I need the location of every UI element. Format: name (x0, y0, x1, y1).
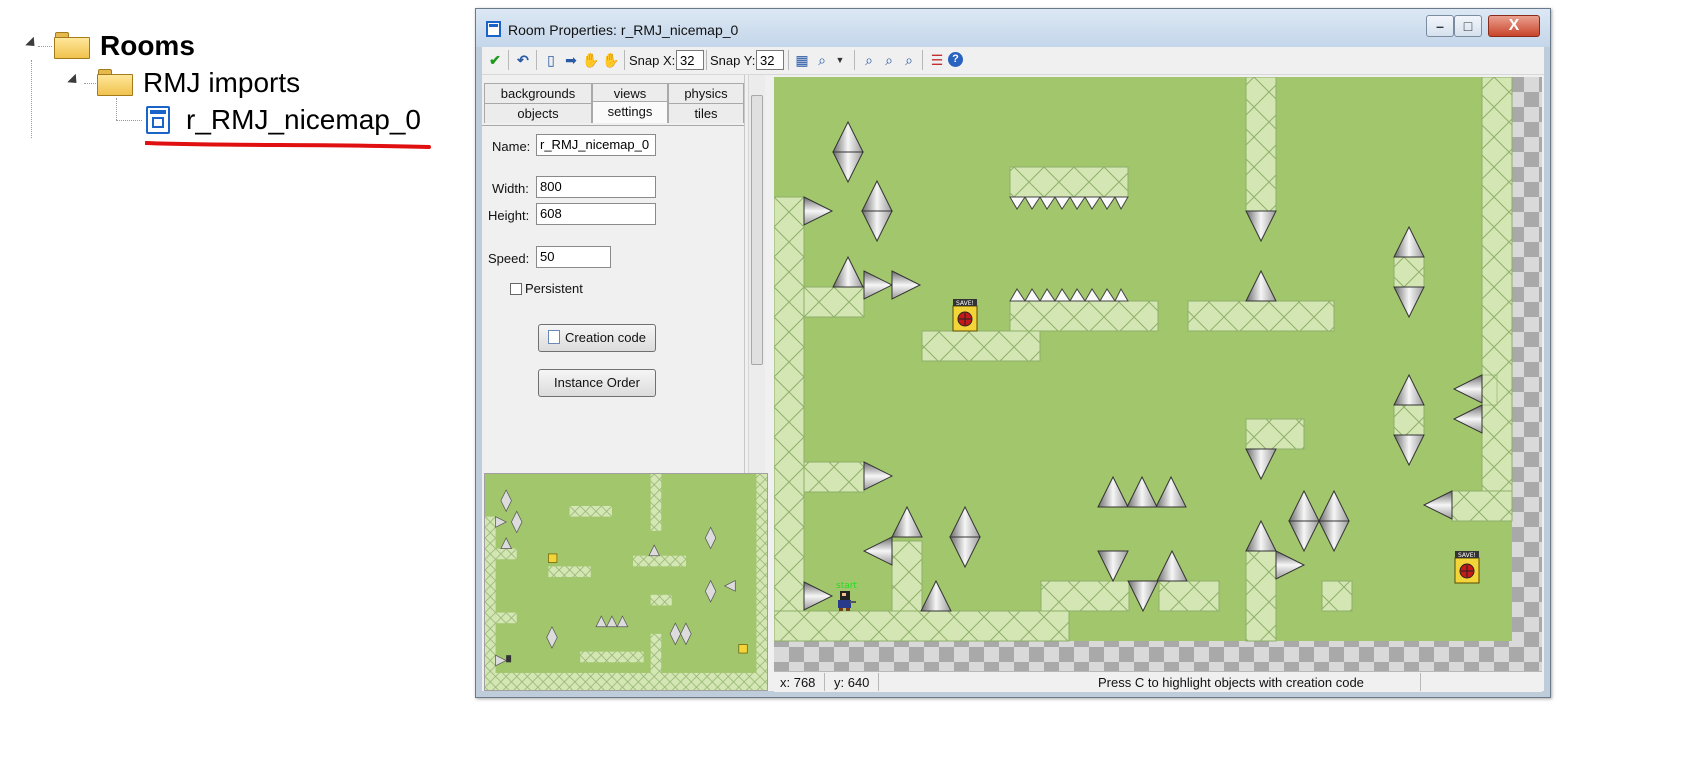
tree-guide-line (116, 120, 142, 121)
save-point: SAVE! (952, 299, 978, 332)
status-y: y: 640 (834, 675, 870, 690)
ok-check-icon[interactable]: ✔ (486, 51, 504, 69)
save-label: SAVE! (1458, 552, 1476, 559)
window-title: Room Properties: r_RMJ_nicemap_0 (508, 22, 739, 38)
tree-guide-line (38, 46, 52, 47)
window-client: ✔ ↶ ▯ ➡ ✋ ✋ Snap X: 32 Snap Y: 32 ▦ ⌕ ▼ … (482, 47, 1544, 692)
zoom-out-icon[interactable]: ⌕ (880, 51, 898, 69)
maximize-icon: □ (1463, 18, 1473, 34)
save-point: SAVE! (1454, 551, 1480, 584)
name-label: Name: (492, 139, 531, 154)
tab-tiles[interactable]: tiles (668, 103, 744, 123)
creation-code-label: Creation code (565, 330, 646, 345)
settings-tab-page: Name: r_RMJ_nicemap_0 Width: 800 Height:… (482, 125, 744, 474)
status-bar: x: 768 y: 640 Press C to highlight objec… (774, 671, 1542, 692)
toolbar-separator (508, 50, 509, 70)
expand-rooms-icon[interactable] (25, 36, 39, 51)
width-field[interactable]: 800 (536, 176, 656, 198)
toolbar-separator (706, 50, 707, 70)
status-divider (1420, 673, 1421, 691)
toolbar-separator (788, 50, 789, 70)
width-label: Width: (492, 181, 529, 196)
room-icon (486, 21, 501, 37)
zoom-in-icon[interactable]: ⌕ (860, 51, 878, 69)
height-field[interactable]: 608 (536, 203, 656, 225)
tree-guide-line (84, 83, 98, 84)
expand-rmj-imports-icon[interactable] (67, 73, 81, 88)
snap-x-input[interactable]: 32 (676, 50, 704, 70)
toolbar-separator (922, 50, 923, 70)
room-editor-canvas[interactable]: SAVE! SAVE! start (774, 77, 1542, 671)
folder-icon (97, 69, 133, 96)
hand-alt-icon[interactable]: ✋ (602, 51, 620, 69)
close-icon: X (1508, 17, 1520, 34)
toolbar-separator (854, 50, 855, 70)
snap-y-input[interactable]: 32 (756, 50, 784, 70)
tree-item-room[interactable]: r_RMJ_nicemap_0 (186, 104, 421, 136)
tab-physics[interactable]: physics (668, 83, 744, 103)
resource-tree: Rooms RMJ imports r_RMJ_nicemap_0 (0, 0, 470, 774)
room-canvas: SAVE! SAVE! start (774, 77, 1542, 671)
name-field[interactable]: r_RMJ_nicemap_0 (536, 134, 656, 156)
zoom-icon[interactable]: ⌕ (813, 51, 831, 69)
status-x: x: 768 (780, 675, 816, 690)
persistent-checkbox[interactable] (510, 283, 522, 295)
list-icon[interactable]: ☰ (928, 51, 946, 69)
save-label: SAVE! (956, 300, 974, 307)
height-label: Height: (488, 208, 530, 223)
room-properties-window: Room Properties: r_RMJ_nicemap_0 – □ X ✔… (475, 8, 1551, 698)
close-button[interactable]: X (1488, 15, 1540, 37)
speed-label: Speed: (488, 251, 530, 266)
persistent-label: Persistent (525, 281, 583, 296)
tab-settings[interactable]: settings (592, 101, 668, 123)
tree-item-rooms[interactable]: Rooms (100, 30, 195, 62)
minimap-canvas (485, 474, 767, 690)
dropdown-icon[interactable]: ▼ (831, 51, 849, 69)
toolbar-separator (624, 50, 625, 70)
maximize-button[interactable]: □ (1454, 15, 1482, 37)
document-icon (548, 330, 561, 344)
toolbar: ✔ ↶ ▯ ➡ ✋ ✋ Snap X: 32 Snap Y: 32 ▦ ⌕ ▼ … (482, 47, 1544, 75)
room-icon (146, 106, 170, 134)
tree-item-rmj-imports[interactable]: RMJ imports (143, 67, 300, 99)
room-minimap[interactable] (484, 473, 768, 691)
tab-objects[interactable]: objects (484, 103, 592, 123)
creation-code-button[interactable]: Creation code (538, 324, 656, 352)
status-divider (878, 673, 879, 691)
grid-icon[interactable]: ▦ (793, 51, 811, 69)
settings-scrollbar[interactable] (748, 75, 765, 473)
status-divider (824, 673, 825, 691)
tab-views[interactable]: views (592, 83, 668, 103)
instance-order-button[interactable]: Instance Order (538, 369, 656, 397)
minimize-icon: – (1436, 18, 1444, 34)
minimize-button[interactable]: – (1426, 15, 1454, 37)
hand-icon[interactable]: ✋ (582, 51, 600, 69)
snap-x-label: Snap X: (629, 53, 676, 68)
new-doc-icon[interactable]: ▯ (542, 51, 560, 69)
red-underline-annotation (145, 141, 431, 149)
title-bar[interactable]: Room Properties: r_RMJ_nicemap_0 – □ X (476, 9, 1550, 47)
shift-arrow-icon[interactable]: ➡ (562, 51, 580, 69)
tree-guide-line (116, 98, 117, 120)
help-icon[interactable]: ? (948, 52, 963, 67)
folder-icon (54, 32, 90, 59)
zoom-reset-icon[interactable]: ⌕ (900, 51, 918, 69)
status-hint: Press C to highlight objects with creati… (1098, 675, 1364, 690)
settings-panel: backgrounds views physics objects settin… (482, 75, 745, 474)
start-label: start (836, 581, 857, 591)
speed-field[interactable]: 50 (536, 246, 611, 268)
tree-guide-line (31, 60, 32, 138)
toolbar-separator (536, 50, 537, 70)
tab-backgrounds[interactable]: backgrounds (484, 83, 592, 103)
scrollbar-thumb[interactable] (751, 95, 763, 365)
undo-icon[interactable]: ↶ (514, 51, 532, 69)
snap-y-label: Snap Y: (710, 53, 756, 68)
